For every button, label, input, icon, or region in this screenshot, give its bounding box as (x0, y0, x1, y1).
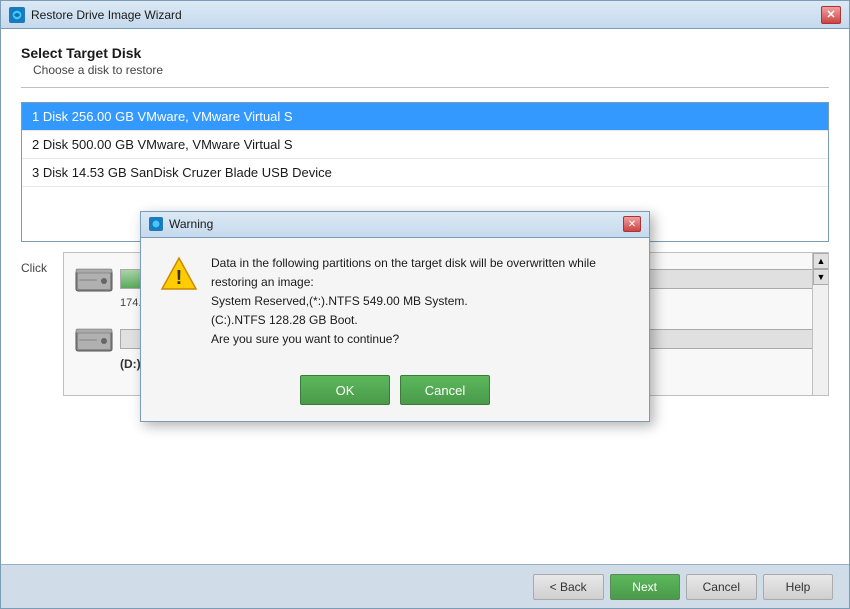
next-button[interactable]: Next (610, 574, 680, 600)
dialog-message: Data in the following partitions on the … (211, 254, 596, 350)
dialog-ok-button[interactable]: OK (300, 375, 390, 405)
scroll-up-button[interactable]: ▲ (813, 253, 829, 269)
dialog-titlebar-left: Warning (149, 217, 213, 231)
drive-icon-1 (74, 263, 114, 295)
disk-item-1[interactable]: 1 Disk 256.00 GB VMware, VMware Virtual … (22, 103, 828, 131)
disk-item-3[interactable]: 3 Disk 14.53 GB SanDisk Cruzer Blade USB… (22, 159, 828, 187)
close-button[interactable]: ✕ (821, 6, 841, 24)
dialog-app-icon (149, 217, 163, 231)
drive-icon-3 (74, 323, 114, 355)
app-icon (9, 7, 25, 23)
page-title: Select Target Disk (21, 45, 829, 61)
dialog-titlebar: Warning ✕ (141, 212, 649, 238)
titlebar: Restore Drive Image Wizard ✕ (1, 1, 849, 29)
dialog-buttons: OK Cancel (141, 365, 649, 421)
window-title: Restore Drive Image Wizard (31, 8, 182, 22)
page-subtitle: Choose a disk to restore (33, 63, 829, 77)
back-button[interactable]: < Back (533, 574, 604, 600)
help-button[interactable]: Help (763, 574, 833, 600)
dialog-body: ! Data in the following partitions on th… (141, 238, 649, 366)
disk-item-2[interactable]: 2 Disk 500.00 GB VMware, VMware Virtual … (22, 131, 828, 159)
dialog-close-button[interactable]: ✕ (623, 216, 641, 232)
dialog-title: Warning (169, 217, 213, 231)
click-hint: Click (21, 261, 47, 275)
main-window: Restore Drive Image Wizard ✕ Select Targ… (0, 0, 850, 609)
warning-dialog[interactable]: Warning ✕ ! Data in the following partit… (140, 211, 650, 423)
bottom-bar: < Back Next Cancel Help (1, 564, 849, 608)
scroll-down-button[interactable]: ▼ (813, 269, 829, 285)
svg-text:!: ! (176, 267, 183, 289)
cancel-button[interactable]: Cancel (686, 574, 757, 600)
titlebar-left: Restore Drive Image Wizard (9, 7, 182, 23)
partition-scrollbar[interactable]: ▲ ▼ (812, 253, 828, 395)
warning-icon: ! (161, 256, 197, 292)
dialog-cancel-button[interactable]: Cancel (400, 375, 490, 405)
main-content: Select Target Disk Choose a disk to rest… (1, 29, 849, 564)
header-section: Select Target Disk Choose a disk to rest… (21, 45, 829, 88)
